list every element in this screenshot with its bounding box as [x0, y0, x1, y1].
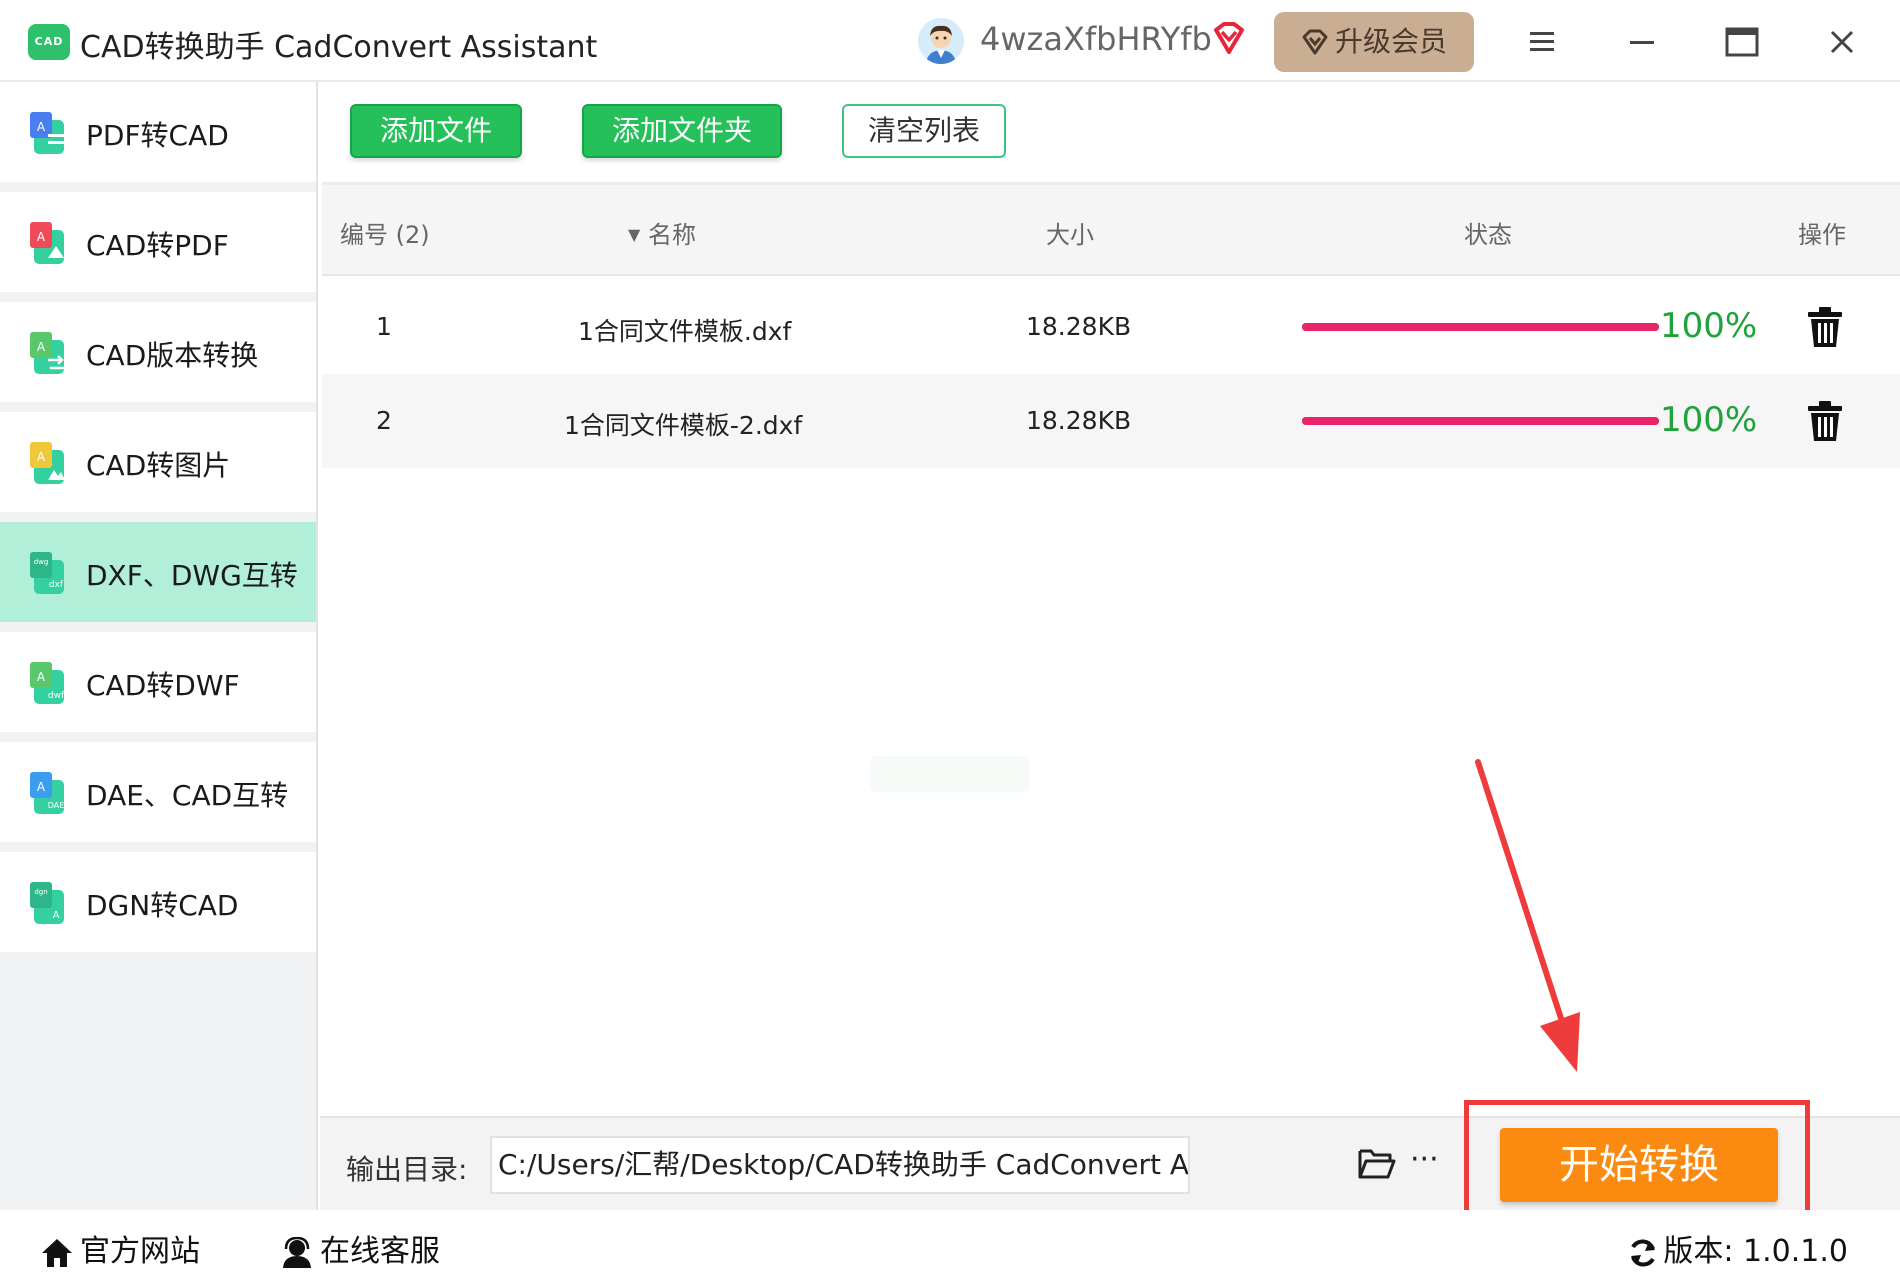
row-file-name: 1合同文件模板.dxf: [578, 317, 792, 346]
progress-bar: [1302, 417, 1659, 425]
column-header-index[interactable]: 编号 (2): [340, 215, 430, 250]
diamond-icon: [1302, 29, 1328, 55]
svg-text:dwf: dwf: [48, 691, 65, 701]
pdf-to-cad-icon: A: [30, 112, 64, 154]
close-icon[interactable]: [1822, 22, 1862, 62]
sidebar-item-cad-to-pdf[interactable]: A CAD转PDF: [0, 192, 316, 292]
output-dir-label: 输出目录:: [346, 1153, 468, 1186]
online-support-link[interactable]: 在线客服: [280, 1226, 440, 1270]
home-icon: [42, 1238, 72, 1267]
svg-text:A: A: [37, 670, 46, 684]
column-header-size[interactable]: 大小: [1046, 215, 1094, 250]
column-header-name[interactable]: ▼ 名称: [628, 215, 696, 250]
sidebar-item-label: DXF、DWG互转: [86, 559, 298, 592]
row-file-size: 18.28KB: [1026, 406, 1132, 435]
sidebar-item-label: CAD版本转换: [86, 339, 259, 372]
progress-percent: 100%: [1660, 306, 1758, 346]
svg-text:A: A: [37, 120, 46, 134]
file-table-header: 编号 (2) ▼ 名称 大小 状态 操作: [322, 182, 1900, 276]
dae-cad-icon: A DAE: [30, 772, 65, 814]
sidebar-item-label: CAD转图片: [86, 449, 231, 482]
column-header-action: 操作: [1798, 221, 1846, 249]
menu-icon[interactable]: [1522, 22, 1562, 62]
app-logo: CAD: [28, 24, 70, 60]
svg-text:dwg: dwg: [34, 558, 49, 566]
app-title: CAD转换助手 CadConvert Assistant: [80, 30, 598, 65]
table-row[interactable]: 2 1合同文件模板-2.dxf 18.28KB 100%: [322, 374, 1900, 468]
column-header-status: 状态: [1464, 221, 1512, 249]
avatar[interactable]: [918, 18, 964, 64]
online-support-label: 在线客服: [320, 1234, 440, 1269]
table-row[interactable]: 1 1合同文件模板.dxf 18.28KB 100%: [322, 280, 1900, 374]
username: 4wzaXfbHRYfb: [980, 20, 1212, 58]
column-header-name-label: 名称: [647, 221, 696, 249]
sidebar-item-pdf-to-cad[interactable]: A PDF转CAD: [0, 82, 316, 182]
svg-text:A: A: [37, 230, 46, 244]
progress-percent: 100%: [1660, 400, 1758, 440]
cad-version-icon: A: [30, 332, 64, 374]
sidebar-item-label: CAD转DWF: [86, 669, 240, 702]
sidebar-item-cad-to-dwf[interactable]: A dwf CAD转DWF: [0, 632, 316, 732]
folder-open-icon[interactable]: [1358, 1146, 1396, 1180]
start-convert-button[interactable]: 开始转换: [1500, 1128, 1778, 1202]
progress-fill: [1302, 323, 1659, 331]
version-info: 版本: 1.0.1.0: [1627, 1226, 1848, 1270]
official-website-link[interactable]: 官方网站: [40, 1226, 200, 1270]
progress-bar: [1302, 323, 1659, 331]
output-dir-field[interactable]: C:/Users/汇帮/Desktop/CAD转换助手 CadConvert A…: [490, 1136, 1190, 1194]
svg-text:DAE: DAE: [48, 801, 65, 810]
sidebar-item-dxf-dwg[interactable]: dwg dxf DXF、DWG互转: [0, 522, 316, 622]
minimize-icon[interactable]: [1622, 22, 1662, 62]
svg-text:A: A: [37, 780, 46, 794]
sort-down-icon: ▼: [628, 225, 641, 244]
more-options-icon[interactable]: ···: [1410, 1142, 1439, 1177]
add-folder-button[interactable]: 添加文件夹: [582, 104, 782, 158]
title-bar: CAD CAD转换助手 CadConvert Assistant 4wzaXfb…: [0, 0, 1900, 82]
faint-watermark: [870, 756, 1030, 792]
trash-icon[interactable]: [1806, 306, 1844, 348]
sidebar-item-dae-cad[interactable]: A DAE DAE、CAD互转: [0, 742, 316, 842]
row-file-name: 1合同文件模板-2.dxf: [564, 411, 803, 440]
svg-text:dgn: dgn: [34, 888, 47, 896]
headset-icon: [283, 1236, 311, 1268]
refresh-icon[interactable]: [1627, 1237, 1659, 1269]
cad-to-pdf-icon: A: [30, 222, 64, 264]
add-file-button[interactable]: 添加文件: [350, 104, 522, 158]
sidebar-item-cad-version[interactable]: A CAD版本转换: [0, 302, 316, 402]
official-website-label: 官方网站: [80, 1234, 200, 1269]
cad-to-dwf-icon: A dwf: [30, 662, 65, 704]
version-label: 版本: 1.0.1.0: [1663, 1234, 1848, 1269]
dgn-to-cad-icon: dgn A: [30, 882, 64, 924]
vip-diamond-icon: [1210, 20, 1248, 58]
row-index: 1: [376, 312, 392, 341]
sidebar-item-label: CAD转PDF: [86, 229, 229, 262]
svg-text:A: A: [37, 340, 46, 354]
sidebar: A PDF转CAD A CAD转PDF A CAD版本转换 A CAD转图片 d…: [0, 82, 318, 1210]
maximize-icon[interactable]: [1722, 22, 1762, 62]
svg-text:A: A: [37, 450, 46, 464]
sidebar-item-dgn-to-cad[interactable]: dgn A DGN转CAD: [0, 852, 316, 952]
upgrade-vip-label: 升级会员: [1334, 25, 1447, 58]
progress-fill: [1302, 417, 1659, 425]
sidebar-item-cad-to-image[interactable]: A CAD转图片: [0, 412, 316, 512]
sidebar-item-label: DAE、CAD互转: [86, 779, 289, 812]
footer: 官方网站 在线客服 版本: 1.0.1.0: [0, 1210, 1900, 1280]
clear-list-button[interactable]: 清空列表: [842, 104, 1006, 158]
svg-text:dxf: dxf: [49, 580, 64, 590]
svg-text:A: A: [53, 910, 60, 921]
trash-icon[interactable]: [1806, 400, 1844, 442]
sidebar-item-label: PDF转CAD: [86, 119, 229, 152]
sidebar-item-label: DGN转CAD: [86, 889, 239, 922]
row-index: 2: [376, 406, 392, 435]
cad-to-image-icon: A: [30, 442, 65, 484]
upgrade-vip-button[interactable]: 升级会员: [1274, 12, 1474, 72]
dxf-dwg-icon: dwg dxf: [30, 552, 64, 594]
row-file-size: 18.28KB: [1026, 312, 1132, 341]
